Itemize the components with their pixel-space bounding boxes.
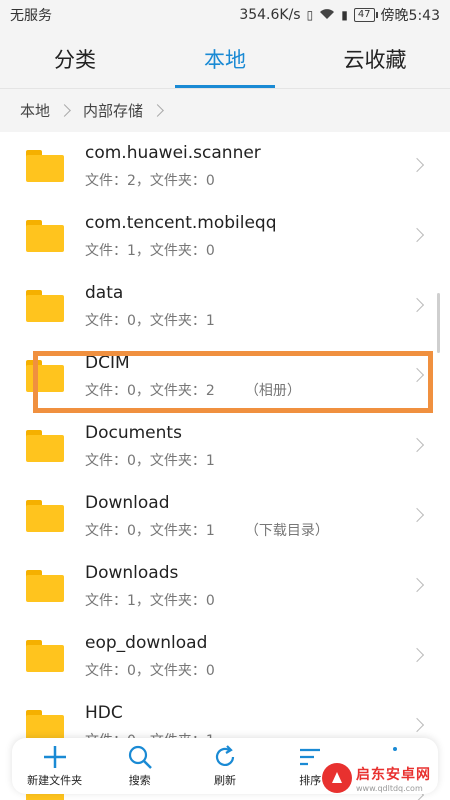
list-item[interactable]: com.huawei.scanner 文件：2，文件夹：0 [0,132,450,202]
chevron-right-icon [409,647,425,663]
chevron-right-icon [409,297,425,313]
new-folder-label: 新建文件夹 [27,774,83,787]
carrier-label: 无服务 [10,8,52,24]
list-item[interactable]: eop_download 文件：0，文件夹：0 [0,622,450,692]
tab-local[interactable]: 本地 [150,30,300,88]
highlight-box [33,351,433,413]
folder-counts: 文件：0，文件夹：1 [85,453,215,469]
folder-list: com.huawei.scanner 文件：2，文件夹：0 com.tencen… [0,132,450,800]
sim-icon: ▮ [341,8,348,22]
folder-name: data [85,283,124,303]
folder-meta: 文件：0，文件夹：1 [85,450,215,470]
tab-cloud-favorites[interactable]: 云收藏 [300,30,450,88]
list-item[interactable]: data 文件：0，文件夹：1 [0,272,450,342]
refresh-button[interactable]: 刷新 [182,738,267,794]
chevron-right-icon [409,717,425,733]
watermark-logo-icon [322,763,352,793]
folder-name: Downloads [85,563,179,583]
chevron-right-icon [58,104,71,117]
folder-counts: 文件：0，文件夹：0 [85,663,215,679]
sort-label: 排序 [299,774,322,787]
folder-counts: 文件：1，文件夹：0 [85,593,215,609]
folder-counts: 文件：1，文件夹：0 [85,243,215,259]
folder-counts: 文件：0，文件夹：1 [85,313,215,329]
folder-icon [26,220,64,252]
search-icon [128,745,152,769]
search-button[interactable]: 搜索 [97,738,182,794]
folder-name: com.huawei.scanner [85,143,261,163]
chevron-right-icon [151,104,164,117]
folder-icon [26,570,64,602]
breadcrumb-internal-storage[interactable]: 内部存储 [83,100,143,121]
folder-icon [26,150,64,182]
battery-icon: 47 [353,8,378,22]
folder-name: Download [85,493,170,513]
vibrate-icon: ▯ [306,8,314,22]
breadcrumb: 本地 内部存储 [0,88,450,132]
watermark-text: 启东安卓网 www.qdltdq.com [356,764,431,793]
tab-bar: 分类 本地 云收藏 [0,30,450,88]
folder-meta: 文件：2，文件夹：0 [85,170,215,190]
list-item[interactable]: Documents 文件：0，文件夹：1 [0,412,450,482]
tab-category[interactable]: 分类 [0,30,150,88]
breadcrumb-local[interactable]: 本地 [20,100,50,121]
folder-meta: 文件：1，文件夹：0 [85,240,215,260]
folder-meta: 文件：1，文件夹：0 [85,590,215,610]
folder-meta: 文件：0，文件夹：0 [85,660,215,680]
sort-icon [300,748,321,766]
folder-name: eop_download [85,633,208,653]
status-right: 354.6K/s ▯ ▮ 47 傍晚5:43 [239,5,440,25]
status-bar: 无服务 354.6K/s ▯ ▮ 47 傍晚5:43 [0,0,450,30]
refresh-icon [215,745,235,766]
folder-meta: 文件：0，文件夹：1 [85,310,215,330]
folder-name: Documents [85,423,182,443]
clock: 傍晚5:43 [380,8,440,24]
list-item[interactable]: Downloads 文件：1，文件夹：0 [0,552,450,622]
chevron-right-icon [409,437,425,453]
folder-name: com.tencent.mobileqq [85,213,277,233]
chevron-right-icon [409,507,425,523]
network-speed: 354.6K/s [239,7,301,23]
refresh-label: 刷新 [214,774,236,787]
folder-counts: 文件：0，文件夹：1 [85,523,215,539]
folder-name: HDC [85,703,123,723]
scrollbar[interactable] [437,293,440,353]
chevron-right-icon [409,227,425,243]
watermark: 启东安卓网 www.qdltdq.com [322,758,450,798]
plus-icon [43,746,66,768]
chevron-right-icon [409,577,425,593]
folder-icon [26,500,64,532]
wifi-icon [319,8,335,22]
folder-icon [26,640,64,672]
folder-tag: （下载目录） [244,523,329,539]
list-item[interactable]: com.tencent.mobileqq 文件：1，文件夹：0 [0,202,450,272]
folder-icon [26,290,64,322]
new-folder-button[interactable]: 新建文件夹 [12,738,97,794]
folder-icon [26,430,64,462]
folder-meta: 文件：0，文件夹：1 （下载目录） [85,520,329,540]
search-label: 搜索 [128,774,151,787]
folder-counts: 文件：2，文件夹：0 [85,173,215,189]
watermark-title: 启东安卓网 [356,766,431,783]
watermark-url: www.qdltdq.com [356,783,423,793]
list-item[interactable]: Download 文件：0，文件夹：1 （下载目录） [0,482,450,552]
chevron-right-icon [409,157,425,173]
